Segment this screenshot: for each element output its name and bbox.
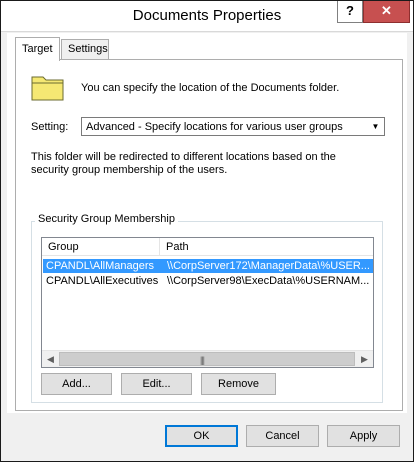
properties-dialog: Documents Properties ? ✕ Target Settings… <box>0 0 414 462</box>
tab-settings[interactable]: Settings <box>61 39 109 59</box>
security-group-legend: Security Group Membership <box>35 213 178 225</box>
ok-button[interactable]: OK <box>165 425 238 447</box>
horizontal-scrollbar[interactable]: ◀ ||| ▶ <box>42 350 373 367</box>
edit-button[interactable]: Edit... <box>121 373 192 395</box>
row-path: \\CorpServer98\ExecData\%USERNAM... <box>167 275 370 287</box>
close-button[interactable]: ✕ <box>363 1 410 23</box>
list-item[interactable]: CPANDL\AllExecutives \\CorpServer98\Exec… <box>43 274 373 288</box>
column-header-group[interactable]: Group <box>48 241 79 253</box>
group-list[interactable]: Group Path CPANDL\AllManagers \\CorpServ… <box>41 237 374 368</box>
scroll-thumb[interactable]: ||| <box>59 352 355 366</box>
setting-value: Advanced - Specify locations for various… <box>86 121 343 133</box>
tab-target[interactable]: Target <box>15 37 60 61</box>
folder-icon <box>31 76 64 101</box>
folder-description: You can specify the location of the Docu… <box>81 82 340 94</box>
column-header-path[interactable]: Path <box>166 241 189 253</box>
scroll-left-icon[interactable]: ◀ <box>42 351 59 367</box>
setting-dropdown[interactable]: Advanced - Specify locations for various… <box>81 117 385 136</box>
help-button[interactable]: ? <box>337 1 363 23</box>
apply-button[interactable]: Apply <box>327 425 400 447</box>
column-divider[interactable] <box>159 238 160 256</box>
chevron-down-icon[interactable]: ▼ <box>368 119 383 134</box>
scroll-right-icon[interactable]: ▶ <box>356 351 373 367</box>
add-button[interactable]: Add... <box>41 373 112 395</box>
list-item[interactable]: CPANDL\AllManagers \\CorpServer172\Manag… <box>43 259 373 273</box>
setting-label: Setting: <box>31 121 69 133</box>
row-group: CPANDL\AllExecutives <box>46 275 159 287</box>
grip-icon: ||| <box>200 355 205 365</box>
row-group: CPANDL\AllManagers <box>46 260 155 272</box>
redirect-info-text: This folder will be redirected to differ… <box>31 151 336 176</box>
cancel-button[interactable]: Cancel <box>246 425 319 447</box>
row-path: \\CorpServer172\ManagerData\%USER... <box>167 260 370 272</box>
title-bar[interactable]: Documents Properties ? ✕ <box>1 1 413 32</box>
list-header: Group Path <box>42 238 373 256</box>
remove-button[interactable]: Remove <box>201 373 276 395</box>
